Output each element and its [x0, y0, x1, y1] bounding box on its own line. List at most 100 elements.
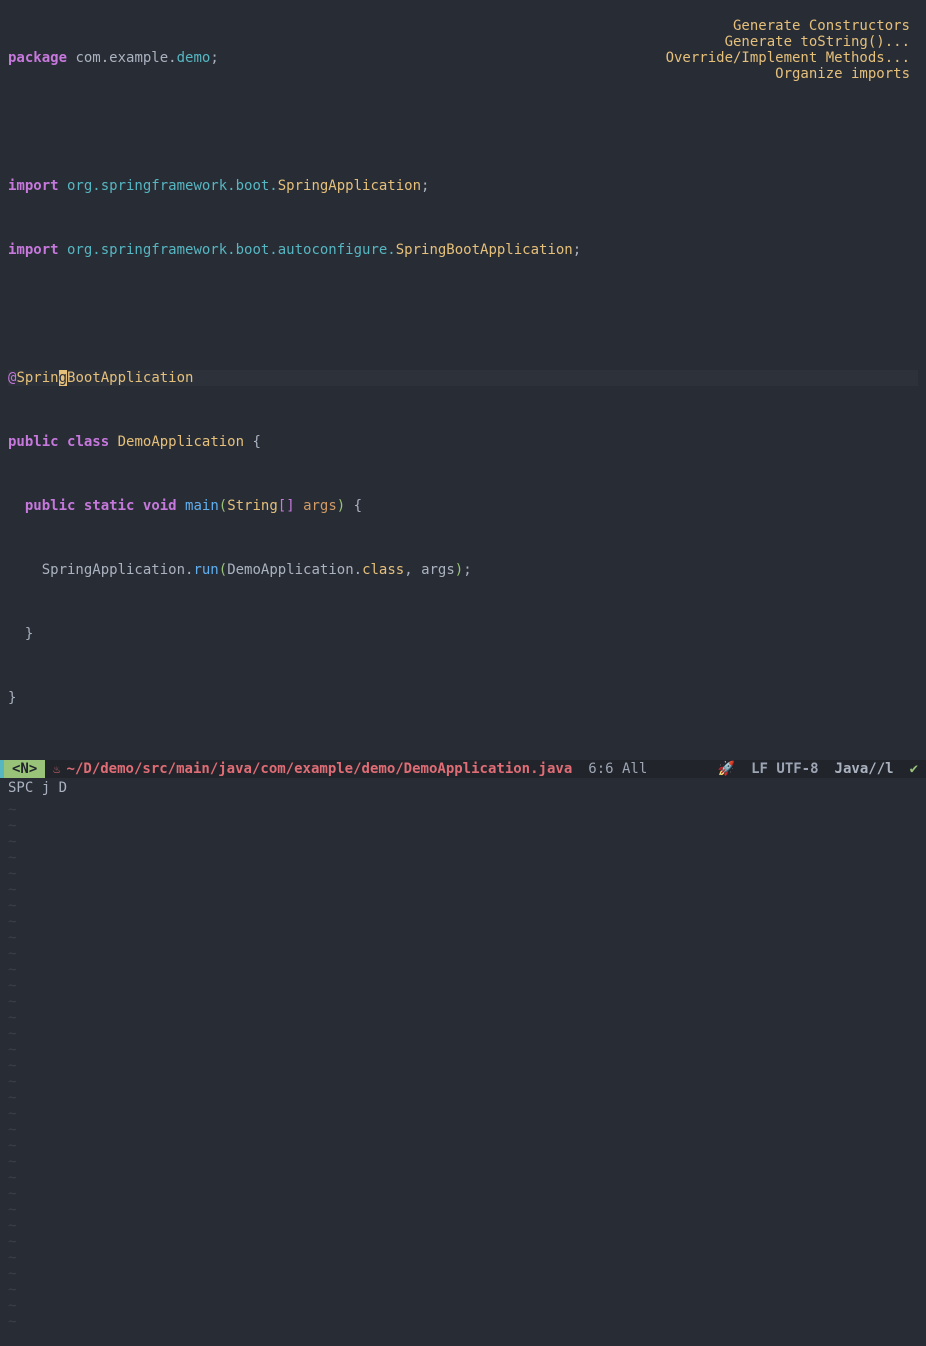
- empty-line-tilde: ~: [8, 1170, 926, 1186]
- empty-lines: ~~~~~~~~~~~~~~~~~~~~~~~~~~~~~~~~~~~~: [8, 754, 926, 1330]
- brace-close: }: [8, 690, 16, 706]
- pkg-path: com.example.: [67, 50, 177, 66]
- keyword-void: void: [143, 498, 177, 514]
- callee: SpringApplication: [42, 562, 185, 578]
- empty-line-tilde: ~: [8, 882, 926, 898]
- keyword-public: public: [25, 498, 76, 514]
- arg-class: DemoApplication: [227, 562, 353, 578]
- empty-line-tilde: ~: [8, 1058, 926, 1074]
- code-line-blank: [8, 306, 926, 322]
- empty-line-tilde: ~: [8, 1282, 926, 1298]
- empty-line-tilde: ~: [8, 1074, 926, 1090]
- keyword-static: static: [84, 498, 135, 514]
- empty-line-tilde: ~: [8, 1010, 926, 1026]
- flycheck-status-icon[interactable]: ✔: [902, 760, 926, 778]
- empty-line-tilde: ~: [8, 834, 926, 850]
- keyword-package: package: [8, 50, 67, 66]
- buffer-file-path[interactable]: ~/D/demo/src/main/java/com/example/demo/…: [67, 761, 573, 777]
- empty-line-tilde: ~: [8, 1250, 926, 1266]
- lsp-rocket-icon[interactable]: 🚀: [710, 760, 743, 778]
- code-line: }: [8, 690, 926, 706]
- brace-open: {: [244, 434, 261, 450]
- minibuffer[interactable]: SPC j D: [0, 778, 926, 800]
- keyword-import: import: [8, 178, 59, 194]
- semicolon: ;: [573, 242, 581, 258]
- annotation-name-a: Sprin: [16, 370, 58, 386]
- type-string: String: [227, 498, 278, 514]
- empty-line-tilde: ~: [8, 1154, 926, 1170]
- paren-close: ): [337, 498, 345, 514]
- brace-close: }: [8, 626, 33, 642]
- class-name: SpringApplication: [278, 178, 421, 194]
- action-generate-constructors[interactable]: Generate Constructors: [666, 18, 910, 34]
- code-line: SpringApplication.run(DemoApplication.cl…: [8, 562, 926, 578]
- modeline: <N> ♨ ~/D/demo/src/main/java/com/example…: [0, 760, 926, 778]
- empty-line-tilde: ~: [8, 962, 926, 978]
- indent: [8, 562, 42, 578]
- empty-line-tilde: ~: [8, 1266, 926, 1282]
- annotation-name-b: BootApplication: [67, 370, 193, 386]
- semicolon: ;: [210, 50, 218, 66]
- code-line: import org.springframework.boot.autoconf…: [8, 242, 926, 258]
- empty-line-tilde: ~: [8, 994, 926, 1010]
- keyword-class: class: [67, 434, 109, 450]
- evil-state-normal[interactable]: <N>: [4, 760, 45, 778]
- empty-line-tilde: ~: [8, 850, 926, 866]
- empty-line-tilde: ~: [8, 1090, 926, 1106]
- empty-line-tilde: ~: [8, 818, 926, 834]
- empty-line-tilde: ~: [8, 1042, 926, 1058]
- pkg-demo: demo: [177, 50, 211, 66]
- major-mode[interactable]: Java//l: [827, 760, 902, 778]
- java-icon: ♨: [53, 761, 60, 777]
- action-generate-tostring[interactable]: Generate toString()...: [666, 34, 910, 50]
- code-line: }: [8, 626, 926, 642]
- keyword-public: public: [8, 434, 59, 450]
- arg-args: args: [421, 562, 455, 578]
- paren-close: ): [455, 562, 463, 578]
- minibuffer-text: SPC j D: [8, 780, 67, 796]
- class-name: DemoApplication: [118, 434, 244, 450]
- brace-open: {: [345, 498, 362, 514]
- action-override-implement[interactable]: Override/Implement Methods...: [666, 50, 910, 66]
- keyword-class-literal: class: [362, 562, 404, 578]
- comma: ,: [404, 562, 421, 578]
- empty-line-tilde: ~: [8, 866, 926, 882]
- empty-line-tilde: ~: [8, 1314, 926, 1330]
- file-section: ♨ ~/D/demo/src/main/java/com/example/dem…: [45, 760, 580, 778]
- pkg-path: org.springframework.boot.autoconfigure.: [59, 242, 396, 258]
- cursor: g: [59, 370, 67, 386]
- buffer-encoding[interactable]: LF UTF-8: [743, 760, 826, 778]
- code-action-popup: Generate Constructors Generate toString(…: [666, 18, 910, 82]
- empty-line-tilde: ~: [8, 802, 926, 818]
- dot: .: [354, 562, 362, 578]
- keyword-import: import: [8, 242, 59, 258]
- class-name: SpringBootApplication: [396, 242, 573, 258]
- empty-line-tilde: ~: [8, 946, 926, 962]
- empty-line-tilde: ~: [8, 1202, 926, 1218]
- method-main: main: [185, 498, 219, 514]
- param-args: args: [295, 498, 337, 514]
- empty-line-tilde: ~: [8, 1218, 926, 1234]
- empty-line-tilde: ~: [8, 1106, 926, 1122]
- semicolon: ;: [421, 178, 429, 194]
- buffer-position: 6:6 All: [580, 760, 655, 778]
- empty-line-tilde: ~: [8, 978, 926, 994]
- code-line: import org.springframework.boot.SpringAp…: [8, 178, 926, 194]
- code-line-blank: [8, 114, 926, 130]
- empty-line-tilde: ~: [8, 914, 926, 930]
- code-line: public class DemoApplication {: [8, 434, 926, 450]
- pkg-path: org.springframework.boot.: [59, 178, 278, 194]
- editor-area[interactable]: package com.example.demo; import org.spr…: [0, 0, 926, 760]
- empty-line-tilde: ~: [8, 1138, 926, 1154]
- paren-open: (: [219, 562, 227, 578]
- empty-line-tilde: ~: [8, 1186, 926, 1202]
- empty-line-tilde: ~: [8, 1026, 926, 1042]
- code-line-current: @SpringBootApplication: [8, 370, 918, 386]
- empty-line-tilde: ~: [8, 1122, 926, 1138]
- empty-line-tilde: ~: [8, 1234, 926, 1250]
- empty-line-tilde: ~: [8, 898, 926, 914]
- brackets: []: [278, 498, 295, 514]
- paren-open: (: [219, 498, 227, 514]
- empty-line-tilde: ~: [8, 930, 926, 946]
- action-organize-imports[interactable]: Organize imports: [666, 66, 910, 82]
